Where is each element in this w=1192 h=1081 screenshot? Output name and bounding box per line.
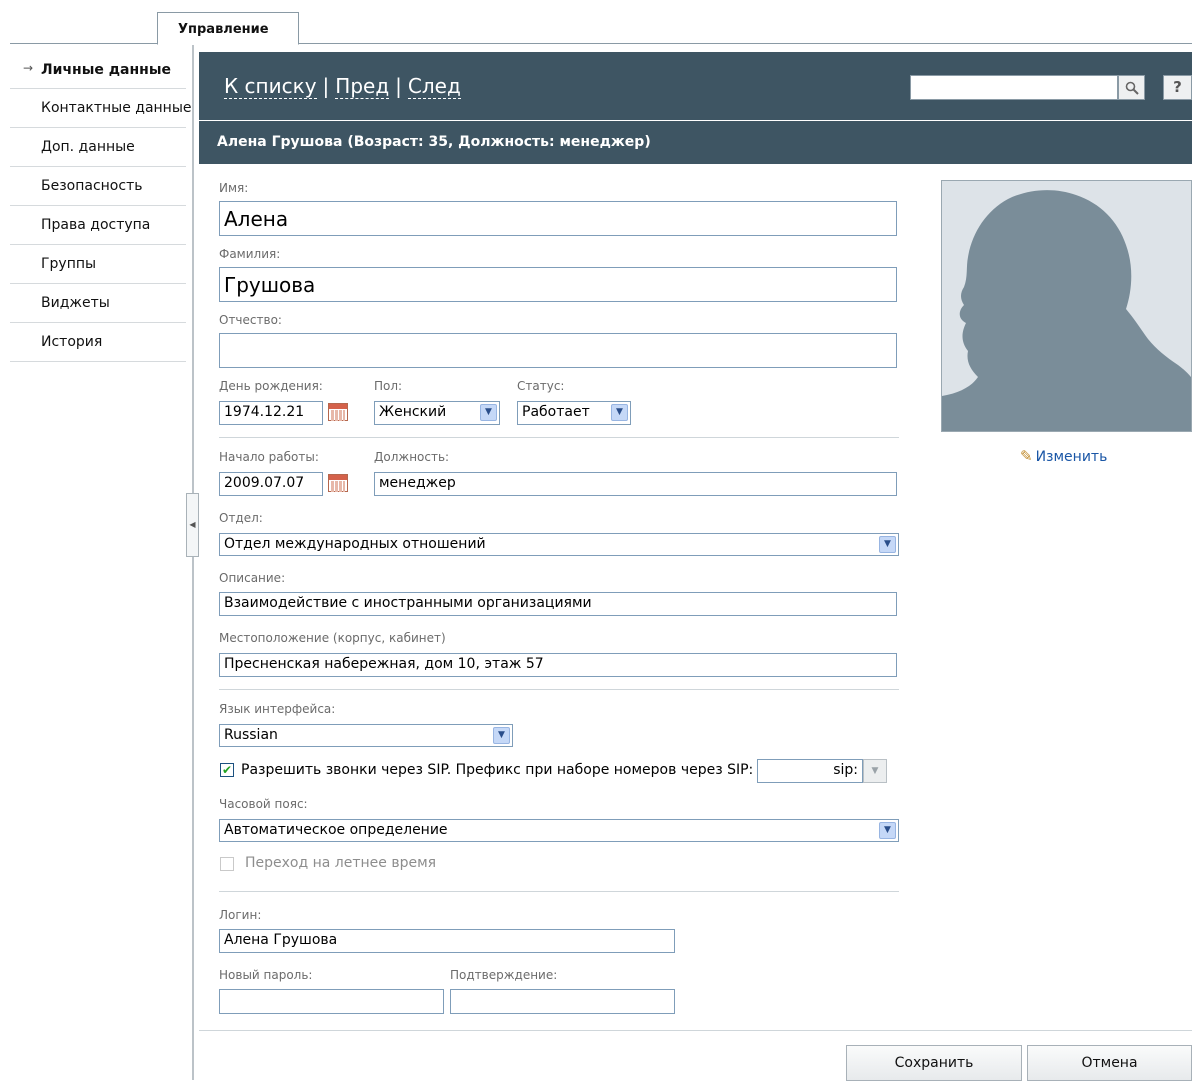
sidebar-item-extra-data[interactable]: Доп. данные <box>10 128 186 167</box>
last-name-label: Фамилия: <box>219 247 281 261</box>
language-select[interactable]: Russian ▼ <box>219 724 513 747</box>
chevron-down-icon: ▼ <box>871 766 879 776</box>
chevron-down-icon: ▼ <box>879 536 896 553</box>
divider <box>219 891 899 892</box>
location-input[interactable]: Пресненская набережная, дом 10, этаж 57 <box>219 653 897 677</box>
login-label: Логин: <box>219 908 262 922</box>
sip-checkbox-label: Разрешить звонки через SIP. Префикс при … <box>241 762 754 778</box>
login-input[interactable]: Алена Грушова <box>219 929 675 953</box>
sidebar-item-label: Личные данные <box>41 62 172 78</box>
timezone-label: Часовой пояс: <box>219 797 308 811</box>
sidebar-item-label: Контактные данные <box>41 100 192 116</box>
location-label: Местоположение (корпус, кабинет) <box>219 631 446 645</box>
avatar <box>941 180 1192 432</box>
sidebar: → Личные данные Контактные данные Доп. д… <box>10 50 192 362</box>
status-label: Статус: <box>517 379 565 393</box>
calendar-icon[interactable] <box>328 474 348 492</box>
confirm-password-label: Подтверждение: <box>450 968 558 982</box>
middle-name-label: Отчество: <box>219 313 282 327</box>
navigation-header: К списку | Пред | След ? <box>199 52 1192 120</box>
collapse-sidebar-handle[interactable]: ◀ <box>186 493 199 557</box>
department-select-value: Отдел международных отношений <box>224 536 486 552</box>
footer-divider <box>199 1030 1192 1031</box>
help-button[interactable]: ? <box>1163 75 1192 100</box>
new-password-label: Новый пароль: <box>219 968 313 982</box>
department-label: Отдел: <box>219 511 263 525</box>
status-select[interactable]: Работает ▼ <box>517 401 631 425</box>
sidebar-item-groups[interactable]: Группы <box>10 245 186 284</box>
first-name-label: Имя: <box>219 181 249 195</box>
new-password-input[interactable] <box>219 989 444 1014</box>
sidebar-item-label: История <box>41 334 103 350</box>
description-input[interactable]: Взаимодействие с иностранными организаци… <box>219 592 897 616</box>
divider <box>219 437 899 438</box>
dst-checkbox-label: Переход на летнее время <box>245 855 437 871</box>
calendar-icon[interactable] <box>328 403 348 421</box>
confirm-password-input[interactable] <box>450 989 675 1014</box>
middle-name-input[interactable] <box>219 333 897 368</box>
birthday-input[interactable]: 1974.12.21 <box>219 401 323 425</box>
start-date-input[interactable]: 2009.07.07 <box>219 472 323 496</box>
timezone-select-value: Автоматическое определение <box>224 822 448 838</box>
active-arrow-icon: → <box>23 61 34 75</box>
sidebar-item-personal-data[interactable]: → Личные данные <box>10 50 186 89</box>
record-navigation: К списку | Пред | След <box>224 74 461 99</box>
sidebar-item-access-rights[interactable]: Права доступа <box>10 206 186 245</box>
sip-prefix-input[interactable]: sip: <box>757 759 863 783</box>
cancel-button[interactable]: Отмена <box>1027 1045 1192 1081</box>
position-label: Должность: <box>374 450 450 464</box>
timezone-select[interactable]: Автоматическое определение ▼ <box>219 819 899 842</box>
status-select-value: Работает <box>522 404 590 420</box>
language-select-value: Russian <box>224 727 278 743</box>
to-list-link[interactable]: К списку <box>224 74 317 99</box>
sidebar-item-contact-data[interactable]: Контактные данные <box>10 89 192 128</box>
language-label: Язык интерфейса: <box>219 702 336 716</box>
save-button[interactable]: Сохранить <box>846 1045 1022 1081</box>
sidebar-item-widgets[interactable]: Виджеты <box>10 284 186 323</box>
sidebar-item-history[interactable]: История <box>10 323 186 362</box>
last-name-input[interactable]: Грушова <box>219 267 897 302</box>
department-select[interactable]: Отдел международных отношений ▼ <box>219 533 899 556</box>
sip-prefix-dropdown-button[interactable]: ▼ <box>863 759 887 783</box>
nav-separator: | <box>395 74 402 98</box>
divider <box>219 689 899 690</box>
sip-checkbox[interactable]: ✔ <box>220 763 234 777</box>
change-photo-label: Изменить <box>1035 449 1108 465</box>
search-button[interactable] <box>1118 75 1145 100</box>
chevron-down-icon: ▼ <box>611 404 628 421</box>
next-link[interactable]: След <box>407 74 461 99</box>
tab-manage[interactable]: Управление <box>157 12 299 45</box>
description-label: Описание: <box>219 571 286 585</box>
chevron-down-icon: ▼ <box>480 404 497 421</box>
search-icon <box>1125 81 1139 95</box>
pencil-icon: ✎ <box>1020 447 1033 465</box>
page-title: Алена Грушова (Возраст: 35, Должность: м… <box>199 121 1192 164</box>
gender-select-value: Женский <box>379 404 447 420</box>
user-silhouette-icon <box>942 190 1191 431</box>
sidebar-divider <box>192 45 194 1080</box>
gender-label: Пол: <box>374 379 403 393</box>
sidebar-item-label: Группы <box>41 256 97 272</box>
dst-checkbox[interactable] <box>220 857 234 871</box>
sidebar-item-label: Виджеты <box>41 295 110 311</box>
chevron-down-icon: ▼ <box>493 727 510 744</box>
nav-separator: | <box>322 74 330 98</box>
start-date-label: Начало работы: <box>219 450 319 464</box>
sidebar-item-security[interactable]: Безопасность <box>10 167 186 206</box>
sidebar-item-label: Доп. данные <box>41 139 135 155</box>
first-name-input[interactable]: Алена <box>219 201 897 236</box>
chevron-left-icon: ◀ <box>189 520 196 529</box>
prev-link[interactable]: Пред <box>335 74 390 99</box>
search-input[interactable] <box>910 75 1118 100</box>
chevron-down-icon: ▼ <box>879 822 896 839</box>
position-input[interactable]: менеджер <box>374 472 897 496</box>
sidebar-item-label: Безопасность <box>41 178 143 194</box>
gender-select[interactable]: Женский ▼ <box>374 401 500 425</box>
sidebar-item-label: Права доступа <box>41 217 151 233</box>
change-photo-link[interactable]: ✎ Изменить <box>1020 447 1107 465</box>
birthday-label: День рождения: <box>219 379 323 393</box>
